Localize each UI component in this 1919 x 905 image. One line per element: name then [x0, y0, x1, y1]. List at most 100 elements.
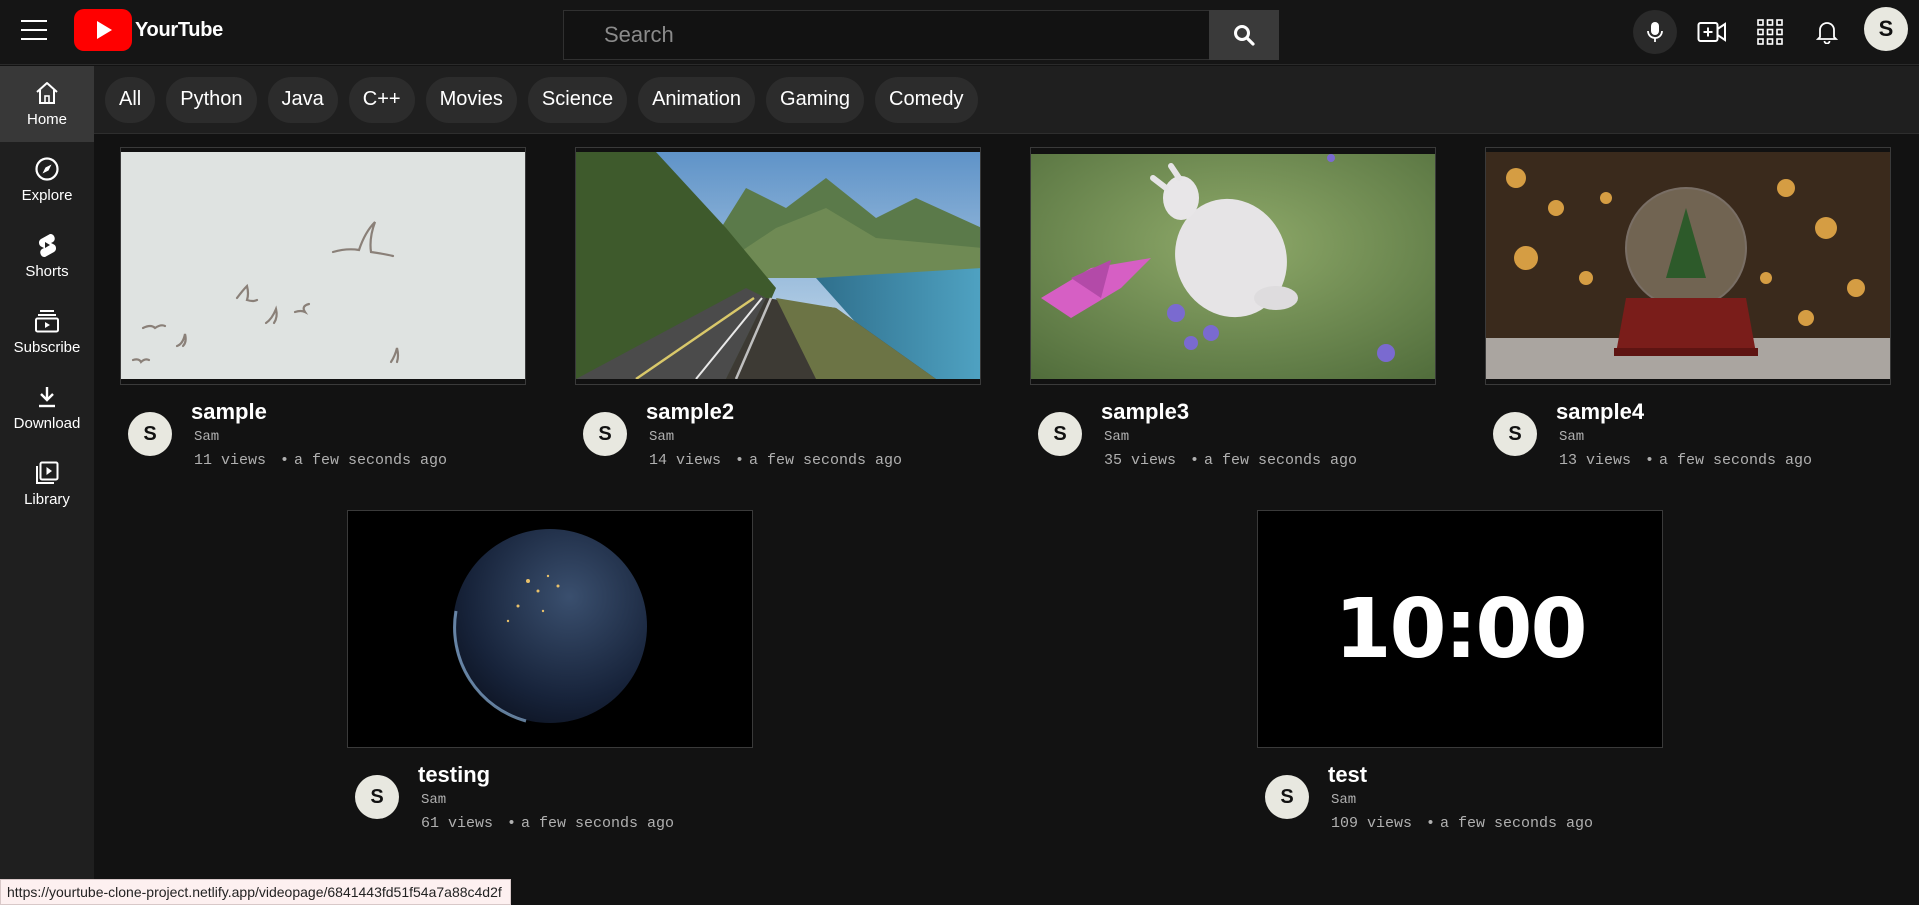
video-title[interactable]: sample	[191, 399, 267, 425]
status-bar-url: https://yourtube-clone-project.netlify.a…	[0, 879, 511, 905]
video-stats: 13 views • a few seconds ago	[1559, 452, 1813, 469]
channel-avatar[interactable]: S	[1493, 412, 1537, 456]
sidebar-item-download[interactable]: Download	[0, 370, 94, 446]
video-stats: 35 views • a few seconds ago	[1104, 452, 1358, 469]
sidebar-item-library[interactable]: Library	[0, 446, 94, 522]
video-thumbnail[interactable]	[1485, 147, 1891, 385]
compass-icon	[35, 157, 59, 181]
video-meta: S test Sam 109 views • a few seconds ago	[1257, 748, 1663, 838]
notifications-button[interactable]	[1805, 10, 1849, 54]
hamburger-menu-icon[interactable]	[18, 14, 50, 46]
channel-name[interactable]: Sam	[1331, 792, 1356, 808]
video-thumbnail[interactable]: 10:00	[1257, 510, 1663, 748]
video-stats: 11 views • a few seconds ago	[194, 452, 448, 469]
birds-thumbnail-image	[121, 148, 525, 384]
video-meta: S testing Sam 61 views • a few seconds ago	[347, 748, 753, 838]
bunny-thumbnail-image	[1031, 148, 1435, 384]
chip-java[interactable]: Java	[267, 76, 338, 123]
chip-science[interactable]: Science	[527, 76, 628, 123]
video-meta: S sample Sam 11 views • a few seconds ago	[120, 385, 526, 475]
shorts-icon	[38, 233, 57, 258]
video-thumbnail[interactable]	[120, 147, 526, 385]
video-title[interactable]: sample4	[1556, 399, 1644, 425]
voice-search-button[interactable]	[1633, 10, 1677, 54]
sidebar-item-shorts[interactable]: Shorts	[0, 218, 94, 294]
sidebar: Home Explore Shorts Subscribe Download L…	[0, 66, 94, 905]
top-bar: YourTube S	[0, 0, 1919, 65]
chip-gaming[interactable]: Gaming	[766, 76, 865, 123]
sidebar-item-label: Download	[13, 415, 81, 432]
video-card[interactable]: S sample4 Sam 13 views • a few seconds ago	[1485, 147, 1891, 475]
download-icon	[39, 387, 55, 408]
apps-grid-icon	[1757, 19, 1783, 45]
video-meta: S sample4 Sam 13 views • a few seconds ago	[1485, 385, 1891, 475]
video-camera-plus-icon	[1697, 22, 1726, 42]
view-count: 109 views	[1331, 815, 1413, 832]
view-count: 14 views	[649, 452, 722, 469]
view-count: 35 views	[1104, 452, 1177, 469]
timer-thumbnail-text: 10:00	[1334, 581, 1587, 677]
channel-avatar[interactable]: S	[1038, 412, 1082, 456]
channel-name[interactable]: Sam	[194, 429, 219, 445]
search-input[interactable]	[563, 10, 1209, 60]
account-button[interactable]: S	[1864, 7, 1908, 51]
sidebar-item-label: Shorts	[25, 263, 69, 280]
sidebar-item-label: Explore	[21, 187, 73, 204]
view-count: 11 views	[194, 452, 267, 469]
snow-globe-thumbnail-image	[1486, 148, 1890, 384]
view-count: 61 views	[421, 815, 494, 832]
video-stats: 109 views • a few seconds ago	[1331, 815, 1594, 832]
channel-name[interactable]: Sam	[1104, 429, 1129, 445]
upload-age: a few seconds ago	[1440, 815, 1594, 832]
chip-cpp[interactable]: C++	[348, 76, 415, 123]
upload-age: a few seconds ago	[294, 452, 448, 469]
channel-avatar[interactable]: S	[1265, 775, 1309, 819]
sidebar-item-subscribe[interactable]: Subscribe	[0, 294, 94, 370]
channel-avatar[interactable]: S	[583, 412, 627, 456]
video-card[interactable]: 10:00 S test Sam 109 views • a few seconds…	[1257, 510, 1663, 838]
search-icon	[1234, 25, 1255, 46]
chip-python[interactable]: Python	[166, 76, 257, 123]
logo-text: YourTube	[135, 18, 223, 41]
logo[interactable]: YourTube	[74, 9, 223, 51]
chip-all[interactable]: All	[105, 76, 156, 123]
upload-age: a few seconds ago	[521, 815, 675, 832]
chip-movies[interactable]: Movies	[425, 76, 517, 123]
video-title[interactable]: testing	[418, 762, 490, 788]
video-thumbnail[interactable]	[347, 510, 753, 748]
search-bar	[563, 10, 1279, 60]
channel-avatar[interactable]: S	[355, 775, 399, 819]
play-logo-icon	[74, 9, 132, 51]
sidebar-item-home[interactable]: Home	[0, 66, 94, 142]
video-card[interactable]: S sample3 Sam 35 views • a few seconds ago	[1030, 147, 1436, 475]
chip-animation[interactable]: Animation	[638, 76, 756, 123]
chip-comedy[interactable]: Comedy	[875, 76, 978, 123]
home-icon	[36, 82, 58, 104]
create-video-button[interactable]	[1690, 10, 1734, 54]
video-title[interactable]: test	[1328, 762, 1367, 788]
search-button[interactable]	[1209, 10, 1279, 60]
upload-age: a few seconds ago	[1204, 452, 1358, 469]
category-chips-bar: All Python Java C++ Movies Science Anima…	[94, 66, 1919, 134]
user-avatar: S	[1864, 7, 1908, 51]
upload-age: a few seconds ago	[749, 452, 903, 469]
microphone-icon	[1647, 22, 1663, 42]
video-title[interactable]: sample3	[1101, 399, 1189, 425]
upload-age: a few seconds ago	[1659, 452, 1813, 469]
channel-avatar[interactable]: S	[128, 412, 172, 456]
channel-name[interactable]: Sam	[649, 429, 674, 445]
channel-name[interactable]: Sam	[421, 792, 446, 808]
video-title[interactable]: sample2	[646, 399, 734, 425]
sidebar-item-label: Library	[24, 491, 70, 508]
sidebar-item-explore[interactable]: Explore	[0, 142, 94, 218]
video-card[interactable]: S sample Sam 11 views • a few seconds ago	[120, 147, 526, 475]
video-thumbnail[interactable]	[575, 147, 981, 385]
channel-name[interactable]: Sam	[1559, 429, 1584, 445]
apps-button[interactable]	[1748, 10, 1792, 54]
video-thumbnail[interactable]	[1030, 147, 1436, 385]
video-card[interactable]: S testing Sam 61 views • a few seconds ago	[347, 510, 753, 838]
video-card[interactable]: S sample2 Sam 14 views • a few seconds ago	[575, 147, 981, 475]
video-meta: S sample2 Sam 14 views • a few seconds ago	[575, 385, 981, 475]
bell-icon	[1816, 22, 1838, 44]
subscriptions-icon	[35, 310, 59, 333]
